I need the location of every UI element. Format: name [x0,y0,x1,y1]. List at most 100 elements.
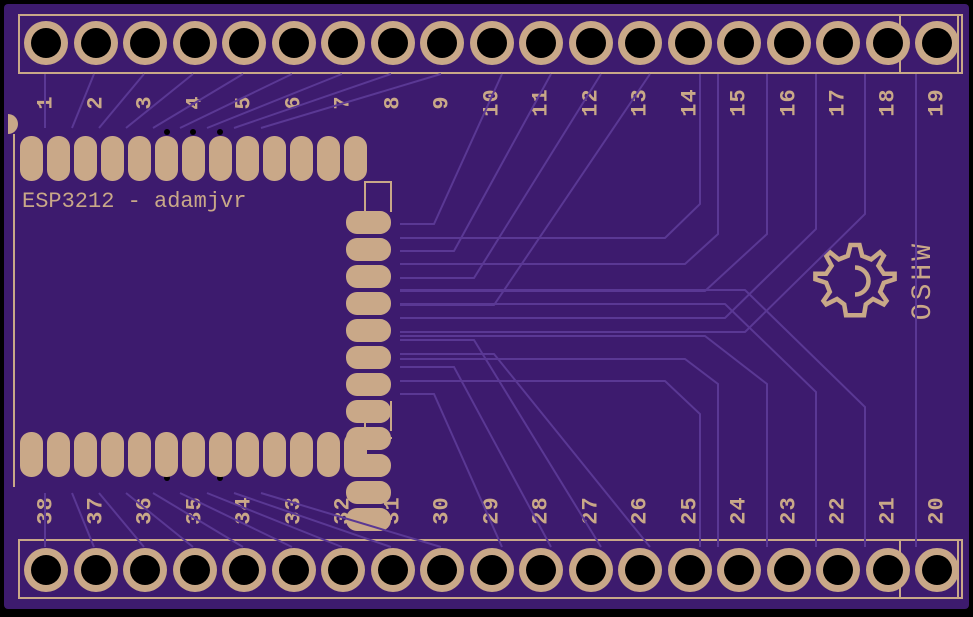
through-hole [229,28,259,58]
pin-label: 20 [925,496,950,526]
pin-label: 16 [776,88,801,118]
silk-line [364,437,392,439]
through-hole [477,555,507,585]
pin-label: 29 [479,496,504,526]
pin-label: 11 [529,88,554,118]
fiducial-dot [164,129,170,135]
through-hole [31,555,61,585]
pin-label: 24 [727,496,752,526]
smd-pad [47,432,70,477]
through-hole [130,555,160,585]
silk-line [364,181,392,183]
smd-pad [290,136,313,181]
pin-label: 2 [83,88,108,118]
silk-line [364,407,366,439]
smd-pad [346,373,391,396]
through-hole [378,28,408,58]
pin-label: 18 [875,88,900,118]
oshw-logo: OSHW [810,236,939,326]
fiducial-dot [190,129,196,135]
smd-pad [236,432,259,477]
pin-label: 13 [628,88,653,118]
pin-label: 14 [677,88,702,118]
through-hole [328,555,358,585]
through-hole [774,28,804,58]
smd-pad [236,136,259,181]
smd-pad [346,508,391,531]
pin-label: 15 [727,88,752,118]
through-hole [576,28,606,58]
through-hole [873,555,903,585]
smd-pad [101,432,124,477]
silk-line [364,181,366,213]
pin-label: 23 [776,496,801,526]
through-hole [81,28,111,58]
through-hole [130,28,160,58]
silk-line [390,182,392,212]
through-hole [477,28,507,58]
fiducial-dot [217,129,223,135]
pin-label: 8 [380,88,405,118]
smd-pad [128,432,151,477]
module-pads-right [346,211,391,531]
through-hole [279,555,309,585]
bottom-hole-row [31,555,952,585]
smd-pad [20,136,43,181]
gear-icon [810,236,900,326]
pin-label: 3 [133,88,158,118]
pin-label: 37 [83,496,108,526]
smd-pad [182,136,205,181]
through-hole [81,555,111,585]
through-hole [427,555,457,585]
pin-label: 1 [34,88,59,118]
through-hole [922,28,952,58]
through-hole [625,555,655,585]
through-hole [823,28,853,58]
pin-label: 36 [133,496,158,526]
smd-pad [74,136,97,181]
oshw-text: OSHW [908,241,939,320]
pin-label: 10 [479,88,504,118]
top-hole-row [31,28,952,58]
pin-label: 30 [430,496,455,526]
smd-pad [182,432,205,477]
through-hole [526,555,556,585]
smd-pad [209,432,232,477]
pin-label: 7 [331,88,356,118]
pin-label: 34 [232,496,257,526]
smd-pad [344,136,367,181]
smd-pad [346,319,391,342]
smd-pad [346,346,391,369]
pin-label: 4 [182,88,207,118]
smd-pad [346,481,391,504]
smd-pad [346,400,391,423]
module-pads-bottom [20,432,367,477]
pin-label: 21 [875,496,900,526]
through-hole [724,28,754,58]
through-hole [279,28,309,58]
pcb-board: 12345678910111213141516171819 3837363534… [4,4,969,609]
through-hole [675,555,705,585]
smd-pad [101,136,124,181]
through-hole [427,28,457,58]
smd-pad [74,432,97,477]
through-hole [576,555,606,585]
smd-pad [263,432,286,477]
pin-label: 33 [281,496,306,526]
pin-label: 19 [925,88,950,118]
smd-pad [317,432,340,477]
through-hole [229,555,259,585]
orientation-mark [8,114,18,134]
pin-label: 9 [430,88,455,118]
pin-label: 38 [34,496,59,526]
silk-line [390,401,392,431]
through-hole [378,555,408,585]
through-hole [180,555,210,585]
smd-pad [155,432,178,477]
through-hole [774,555,804,585]
through-hole [724,555,754,585]
through-hole [675,28,705,58]
smd-pad [263,136,286,181]
pin-label: 28 [529,496,554,526]
pin-label: 25 [677,496,702,526]
